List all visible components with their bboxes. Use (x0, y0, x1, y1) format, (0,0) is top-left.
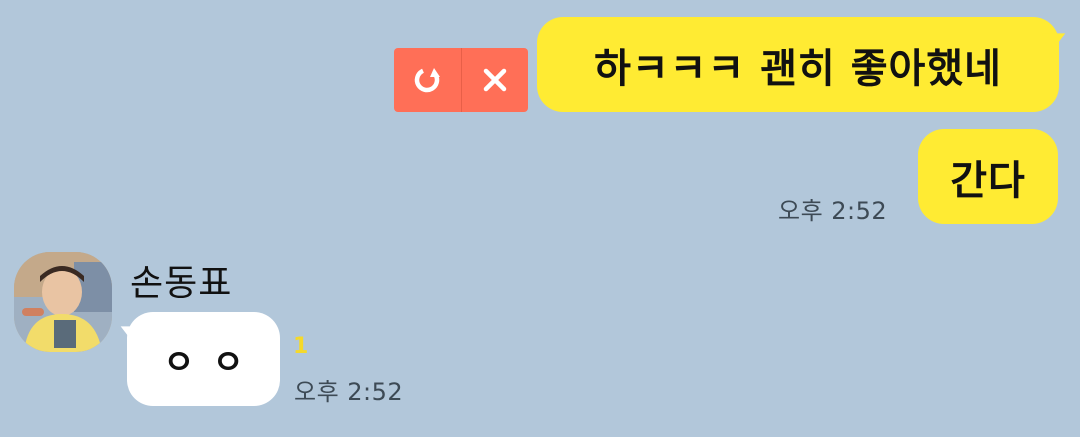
close-icon (483, 68, 506, 92)
incoming-message-bubble[interactable]: ㅇㅇ (127, 312, 280, 406)
unread-count-badge: 1 (293, 334, 309, 359)
avatar[interactable] (14, 252, 112, 352)
message-timestamp: 오후 2:52 (778, 197, 888, 225)
outgoing-message-bubble[interactable]: 간다 (918, 129, 1058, 224)
resend-button[interactable] (394, 48, 462, 112)
message-text: 간다 (950, 157, 1026, 204)
delete-failed-message-button[interactable] (462, 48, 529, 112)
outgoing-message-bubble[interactable]: 하ㅋㅋㅋ 괜히 좋아했네 (537, 17, 1059, 112)
sender-name: 손동표 (130, 263, 233, 304)
retry-icon (415, 67, 441, 93)
message-timestamp: 오후 2:52 (294, 378, 404, 406)
failed-message-actions (394, 48, 528, 112)
message-text: ㅇㅇ (163, 342, 262, 383)
message-text: 하ㅋㅋㅋ 괜히 좋아했네 (594, 45, 1002, 92)
profile-photo (14, 252, 112, 352)
